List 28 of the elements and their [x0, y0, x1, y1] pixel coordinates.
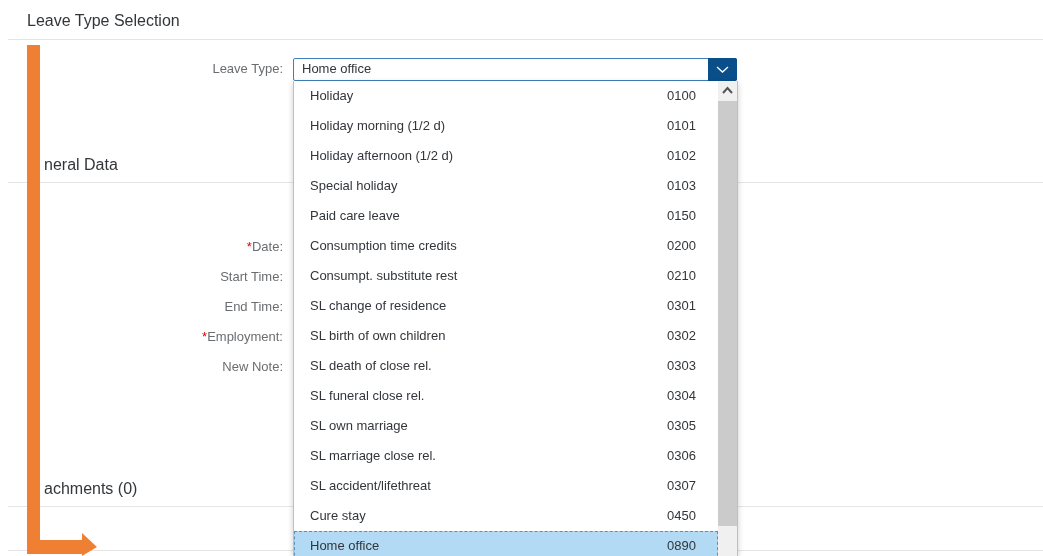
list-option[interactable]: SL marriage close rel. 0306: [294, 441, 718, 471]
field-label: Start Time:: [220, 268, 283, 287]
list-option[interactable]: Special holiday 0103: [294, 171, 718, 201]
list-option[interactable]: Paid care leave 0150: [294, 201, 718, 231]
list-option[interactable]: SL own marriage 0305: [294, 411, 718, 441]
list-option[interactable]: Holiday afternoon (1/2 d) 0102: [294, 141, 718, 171]
list-option[interactable]: Holiday morning (1/2 d) 0101: [294, 111, 718, 141]
field-label: Leave Type:: [212, 60, 283, 79]
list-option[interactable]: SL funeral close rel. 0304: [294, 381, 718, 411]
section-heading: neral Data: [44, 156, 118, 173]
chevron-down-icon[interactable]: [708, 57, 737, 81]
list-option[interactable]: SL change of residence 0301: [294, 291, 718, 321]
list-option[interactable]: Holiday 0100: [294, 81, 718, 111]
list-option[interactable]: SL birth of own children 0302: [294, 321, 718, 351]
list-option[interactable]: SL accident/lifethreat 0307: [294, 471, 718, 501]
list-option[interactable]: Cure stay 0450: [294, 501, 718, 531]
list-option[interactable]: SL death of close rel. 0303: [294, 351, 718, 381]
section-heading: achments (0): [44, 480, 138, 497]
field-label: *Employment:: [202, 328, 283, 347]
leave-type-dropdown[interactable]: Home office: [293, 57, 737, 81]
scrollbar[interactable]: [718, 81, 737, 556]
list-option[interactable]: Consumpt. substitute rest 0210: [294, 261, 718, 291]
page-title: Leave Type Selection: [27, 12, 180, 29]
field-label: End Time:: [224, 298, 283, 317]
list-option[interactable]: Home office 0890: [294, 531, 718, 556]
field-label: New Note:: [222, 358, 283, 377]
list-option[interactable]: Consumption time credits 0200: [294, 231, 718, 261]
field-label: *Date:: [246, 238, 283, 257]
